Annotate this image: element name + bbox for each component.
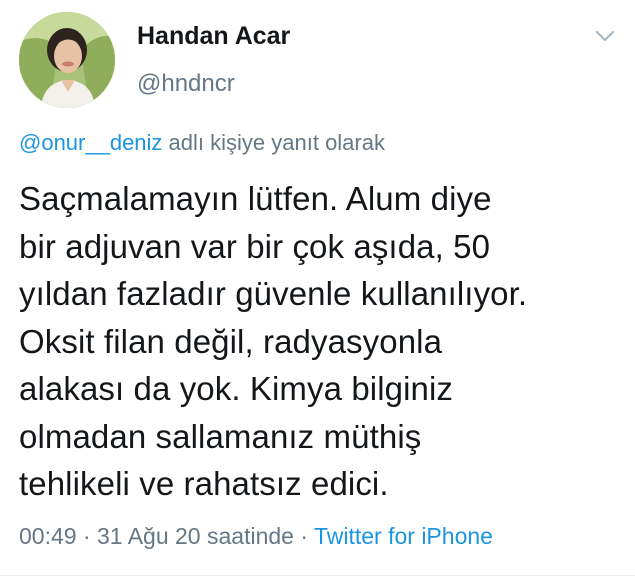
author-display-name[interactable]: Handan Acar: [137, 22, 290, 51]
tweet-menu-button[interactable]: [594, 28, 616, 44]
reply-mention-link[interactable]: @onur__deniz: [19, 130, 162, 155]
avatar[interactable]: [19, 12, 115, 108]
tweet-source-link[interactable]: Twitter for iPhone: [314, 523, 493, 549]
tweet-text-line: olmadan sallamanız müthiş: [19, 417, 422, 455]
author-handle[interactable]: @hndncr: [137, 70, 235, 98]
reply-context-text: adlı kişiye yanıt olarak: [162, 130, 385, 155]
profile-photo-icon: [19, 12, 115, 108]
divider: [0, 575, 635, 576]
chevron-down-icon: [595, 30, 615, 42]
tweet-text-line: yıldan fazladır güvenle kullanılıyor.: [19, 275, 528, 312]
tweet-text-line: alakası da yok. Kimya bilginiz: [19, 370, 454, 407]
tweet-text-line: bir adjuvan var bir çok aşıda, 50: [19, 227, 491, 265]
tweet-meta: 00:49 · 31 Ağu 20 saatinde · Twitter for…: [19, 523, 493, 550]
reply-context: @onur__deniz adlı kişiye yanıt olarak: [19, 130, 385, 156]
tweet-text-line: tehlikeli ve rahatsız edici.: [19, 465, 389, 502]
tweet-text-line: Saçmalamayın lütfen. Alum diye: [19, 180, 492, 217]
tweet-text: Saçmalamayın lütfen. Alum diye bir adjuv…: [19, 175, 629, 508]
tweet-timestamp[interactable]: 00:49 · 31 Ağu 20 saatinde ·: [19, 523, 314, 549]
tweet-text-line: Oksit filan değil, radyasyonla: [19, 322, 443, 360]
